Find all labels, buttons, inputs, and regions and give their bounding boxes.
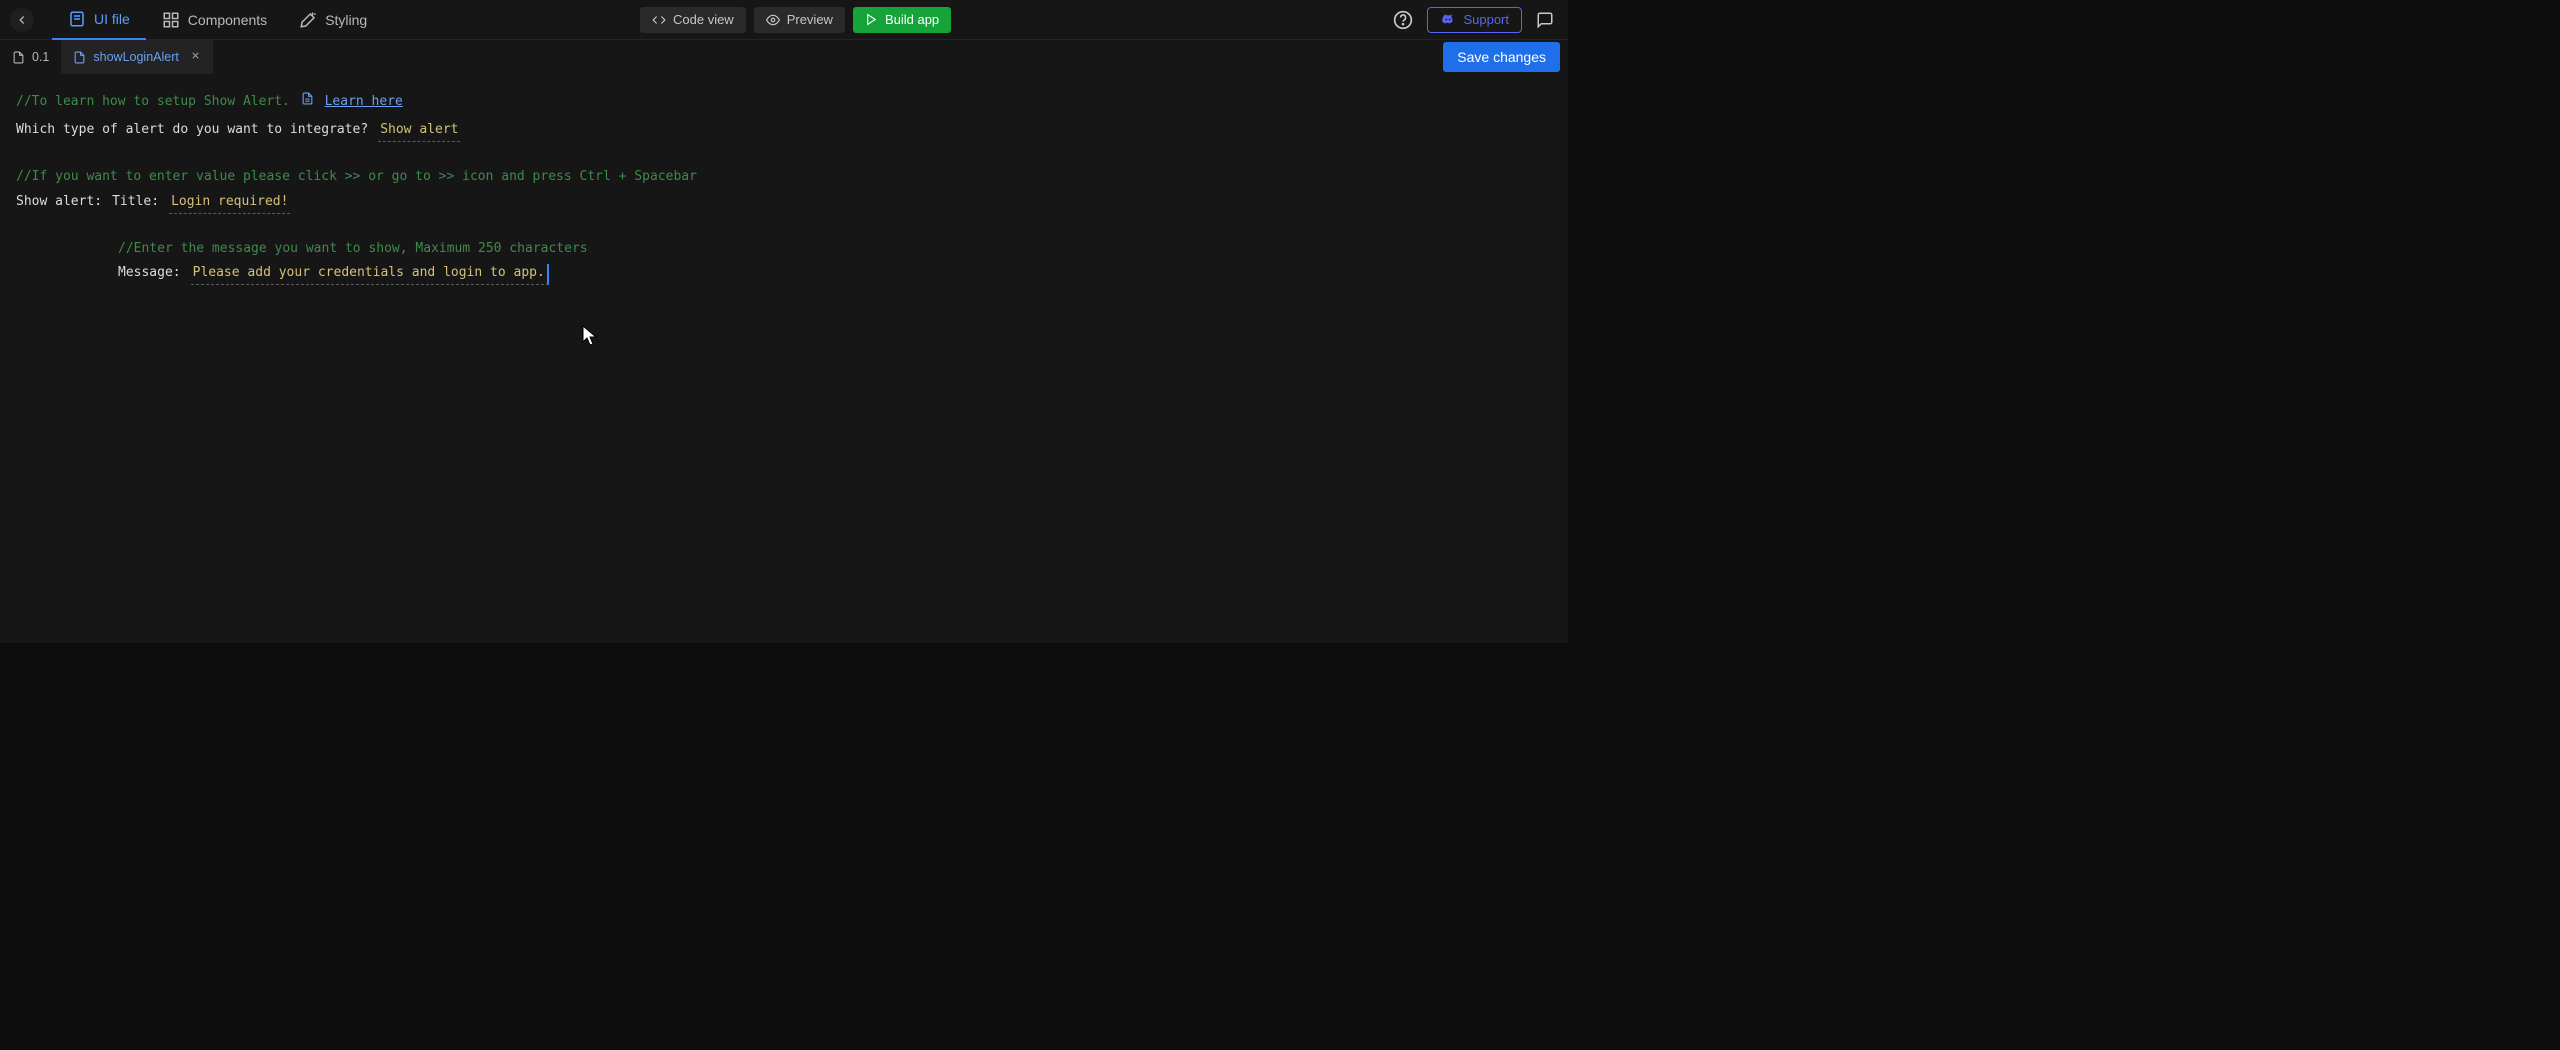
open-file-name: showLoginAlert [93, 50, 178, 64]
file-bar: 0.1 showLoginAlert Save changes [0, 40, 1568, 74]
wand-icon [299, 11, 317, 29]
code-view-label: Code view [673, 12, 734, 27]
code-view-button[interactable]: Code view [640, 7, 746, 33]
message-label: Message: [118, 264, 181, 282]
close-tab-button[interactable] [190, 50, 201, 64]
show-alert-label: Show alert: [16, 193, 102, 211]
learn-here-link[interactable]: Learn here [325, 94, 403, 109]
play-icon [865, 13, 878, 26]
message-field[interactable]: Please add your credentials and login to… [191, 264, 549, 285]
close-icon [190, 50, 201, 61]
alert-type-field[interactable]: Show alert [378, 121, 460, 142]
preview-button[interactable]: Preview [754, 7, 845, 33]
save-changes-label: Save changes [1457, 49, 1546, 65]
build-app-button[interactable]: Build app [853, 7, 951, 33]
eye-icon [766, 13, 780, 27]
tab-styling[interactable]: Styling [283, 0, 383, 40]
top-toolbar: UI file Components Styling Code view Pre… [0, 0, 1568, 40]
build-app-label: Build app [885, 12, 939, 27]
chevron-left-icon [15, 13, 29, 27]
setup-comment: //To learn how to setup Show Alert. [16, 94, 290, 109]
mouse-cursor [582, 325, 598, 347]
support-label: Support [1463, 12, 1509, 27]
save-changes-button[interactable]: Save changes [1443, 42, 1560, 72]
discord-icon [1440, 12, 1456, 28]
grid-icon [162, 11, 180, 29]
back-button[interactable] [10, 8, 34, 32]
learn-doc-icon [301, 94, 322, 109]
tab-ui-file-label: UI file [94, 11, 130, 27]
version-chip[interactable]: 0.1 [0, 40, 61, 74]
tab-components[interactable]: Components [146, 0, 283, 40]
title-field[interactable]: Login required! [169, 193, 290, 214]
hint-comment: //If you want to enter value please clic… [16, 169, 697, 184]
chat-icon[interactable] [1536, 11, 1554, 29]
open-file-tab[interactable]: showLoginAlert [61, 40, 212, 74]
help-icon[interactable] [1393, 10, 1413, 30]
version-label: 0.1 [32, 50, 49, 64]
tab-styling-label: Styling [325, 12, 367, 28]
alert-question: Which type of alert do you want to integ… [16, 121, 368, 139]
editor-area[interactable]: //To learn how to setup Show Alert. Lear… [0, 74, 1568, 303]
tab-components-label: Components [188, 12, 267, 28]
file-icon [68, 10, 86, 28]
tab-ui-file[interactable]: UI file [52, 0, 146, 40]
support-button[interactable]: Support [1427, 7, 1522, 33]
preview-label: Preview [787, 12, 833, 27]
document-icon [12, 51, 25, 64]
code-icon [652, 13, 666, 27]
message-hint-comment: //Enter the message you want to show, Ma… [118, 241, 588, 256]
document-icon [73, 51, 86, 64]
title-label: Title: [112, 193, 159, 211]
